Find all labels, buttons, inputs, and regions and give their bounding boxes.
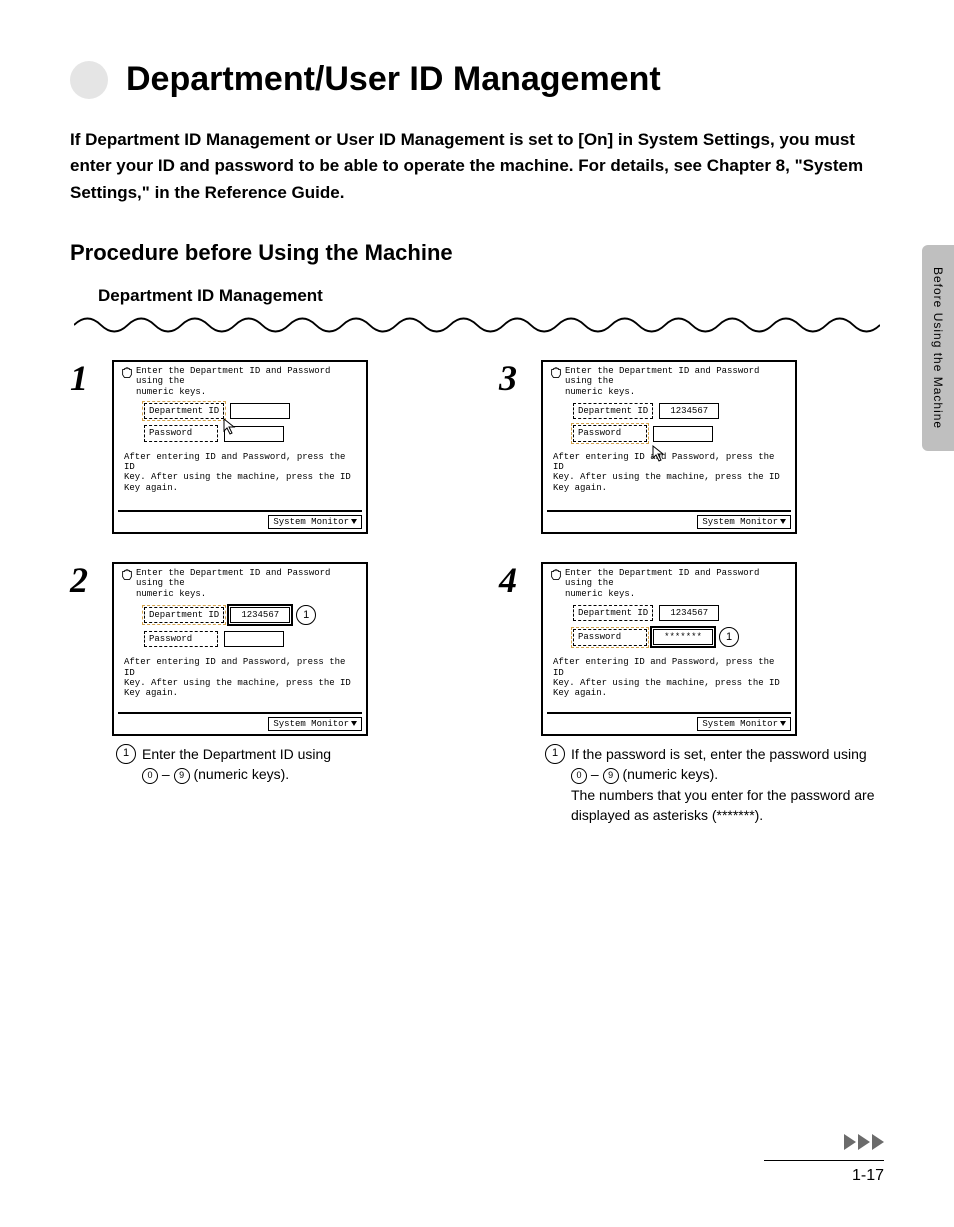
system-monitor-button: System Monitor <box>268 515 362 529</box>
screen-instr-1: After entering ID and Password, press th… <box>553 657 785 678</box>
screen-top-line2: numeric keys. <box>136 387 360 397</box>
key-9-icon: 9 <box>174 768 190 784</box>
callout-1-badge: 1 <box>545 744 565 764</box>
dash: – <box>591 766 599 782</box>
cursor-icon <box>222 417 238 435</box>
caption-text-a: Enter the Department ID using <box>142 746 331 762</box>
sub-heading: Department ID Management <box>98 286 884 306</box>
step-3: 3 Enter the Department ID and Password u… <box>499 360 884 534</box>
hand-icon <box>549 568 563 582</box>
system-monitor-button: System Monitor <box>697 515 791 529</box>
step-4: 4 Enter the Department ID and Password u… <box>499 562 884 825</box>
step-2: 2 Enter the Department ID and Password u… <box>70 562 455 785</box>
hand-icon <box>549 366 563 380</box>
screen-top-line1: Enter the Department ID and Password usi… <box>136 366 360 387</box>
screen-instr-2: Key. After using the machine, press the … <box>124 678 356 688</box>
dept-id-input: 1234567 <box>659 605 719 621</box>
password-label: Password <box>144 425 218 441</box>
chevron-down-icon <box>780 721 786 726</box>
cursor-icon <box>651 444 667 462</box>
dept-id-label: Department ID <box>573 605 653 621</box>
hand-icon <box>120 568 134 582</box>
device-screen-2: Enter the Department ID and Password usi… <box>112 562 368 736</box>
system-monitor-button: System Monitor <box>697 717 791 731</box>
chevron-down-icon <box>351 721 357 726</box>
dept-id-label: Department ID <box>144 607 224 623</box>
page-number: 1-17 <box>764 1167 884 1185</box>
screen-instr-3: Key again. <box>124 688 356 698</box>
system-monitor-label: System Monitor <box>702 517 778 527</box>
screen-top-line2: numeric keys. <box>565 589 789 599</box>
page-footer: 1-17 <box>764 1134 884 1185</box>
screen-instr-1: After entering ID and Password, press th… <box>124 452 356 473</box>
page-title: Department/User ID Management <box>126 60 661 99</box>
screen-top-line2: numeric keys. <box>136 589 360 599</box>
device-screen-3: Enter the Department ID and Password usi… <box>541 360 797 534</box>
key-0-icon: 0 <box>571 768 587 784</box>
step-4-caption: 1 If the password is set, enter the pass… <box>541 744 884 825</box>
screen-instr-2: Key. After using the machine, press the … <box>553 678 785 688</box>
password-label: Password <box>573 629 647 645</box>
dept-id-label: Department ID <box>144 403 224 419</box>
system-monitor-label: System Monitor <box>273 719 349 729</box>
key-0-icon: 0 <box>142 768 158 784</box>
caption-text-c: The numbers that you enter for the passw… <box>571 787 875 823</box>
dept-id-input <box>230 403 290 419</box>
dept-id-input: 1234567 <box>230 607 290 623</box>
hand-icon <box>120 366 134 380</box>
title-bullet-icon <box>70 61 108 99</box>
chevron-down-icon <box>351 519 357 524</box>
screen-instr-2: Key. After using the machine, press the … <box>124 472 356 482</box>
system-monitor-button: System Monitor <box>268 717 362 731</box>
section-heading: Procedure before Using the Machine <box>70 240 884 266</box>
key-9-icon: 9 <box>603 768 619 784</box>
password-label: Password <box>144 631 218 647</box>
caption-text-a: If the password is set, enter the passwo… <box>571 746 867 762</box>
intro-paragraph: If Department ID Management or User ID M… <box>70 127 884 206</box>
screen-instr-1: After entering ID and Password, press th… <box>124 657 356 678</box>
caption-text-b: (numeric keys). <box>193 766 289 782</box>
screen-top-line1: Enter the Department ID and Password usi… <box>136 568 360 589</box>
password-label: Password <box>573 425 647 441</box>
device-screen-1: Enter the Department ID and Password usi… <box>112 360 368 534</box>
step-2-caption: 1 Enter the Department ID using 0 – 9 (n… <box>112 744 368 785</box>
screen-instr-3: Key again. <box>553 483 785 493</box>
system-monitor-label: System Monitor <box>702 719 778 729</box>
screen-instr-2: Key. After using the machine, press the … <box>553 472 785 482</box>
screen-instr-1: After entering ID and Password, press th… <box>553 452 785 473</box>
step-1: 1 Enter the Department ID and Password u… <box>70 360 455 534</box>
password-input: ******* <box>653 629 713 645</box>
page-title-row: Department/User ID Management <box>70 60 884 99</box>
password-input <box>224 631 284 647</box>
dept-id-label: Department ID <box>573 403 653 419</box>
screen-top-line1: Enter the Department ID and Password usi… <box>565 568 789 589</box>
dept-id-input: 1234567 <box>659 403 719 419</box>
wave-divider-icon <box>74 312 880 338</box>
callout-1-badge: 1 <box>296 605 316 625</box>
step-number: 2 <box>70 562 96 785</box>
screen-top-line2: numeric keys. <box>565 387 789 397</box>
step-number: 3 <box>499 360 525 534</box>
callout-1-badge: 1 <box>116 744 136 764</box>
callout-1-badge: 1 <box>719 627 739 647</box>
dash: – <box>162 766 170 782</box>
step-number: 4 <box>499 562 525 825</box>
screen-instr-3: Key again. <box>553 688 785 698</box>
caption-text-b: (numeric keys). <box>622 766 718 782</box>
continue-icon <box>764 1134 884 1150</box>
side-tab-label: Before Using the Machine <box>931 267 945 429</box>
device-screen-4: Enter the Department ID and Password usi… <box>541 562 797 736</box>
system-monitor-label: System Monitor <box>273 517 349 527</box>
step-number: 1 <box>70 360 96 534</box>
side-tab: Before Using the Machine <box>922 245 954 451</box>
password-input <box>653 426 713 442</box>
chevron-down-icon <box>780 519 786 524</box>
screen-top-line1: Enter the Department ID and Password usi… <box>565 366 789 387</box>
screen-instr-3: Key again. <box>124 483 356 493</box>
